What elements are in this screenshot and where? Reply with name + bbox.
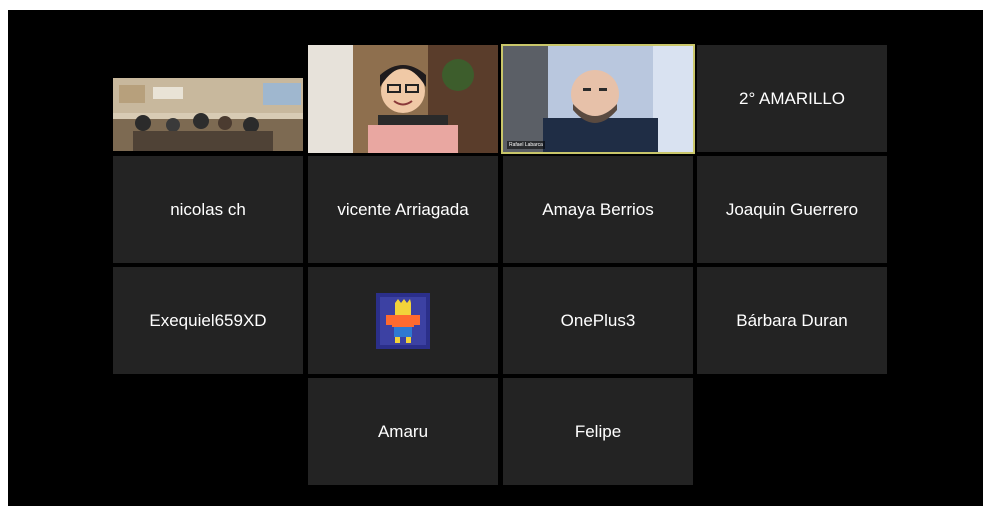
- participant-name-label: Rafael Labarca: [507, 141, 545, 149]
- classroom-video: [113, 63, 303, 170]
- participant-name: OnePlus3: [560, 310, 636, 330]
- participant-name: Joaquin Guerrero: [725, 199, 859, 219]
- participant-tile-video-teacher[interactable]: [308, 45, 498, 153]
- participant-tile-avatar[interactable]: [308, 267, 498, 374]
- teacher-video: [308, 45, 498, 153]
- participant-tile[interactable]: Exequiel659XD: [113, 267, 303, 374]
- participant-tile[interactable]: nicolas ch: [113, 156, 303, 263]
- participant-tile[interactable]: vicente Arriagada: [308, 156, 498, 263]
- participant-name: 2° AMARILLO: [738, 88, 845, 108]
- cartoon-avatar-image: [376, 292, 430, 349]
- participant-name: Amaya Berrios: [542, 199, 654, 219]
- participant-name: nicolas ch: [170, 199, 246, 219]
- participant-tile[interactable]: Felipe: [503, 378, 693, 485]
- screenshot-frame: Rafael Labarca 2° AMARILLO nicolas ch vi…: [0, 0, 983, 515]
- participant-tile[interactable]: Bárbara Duran: [697, 267, 887, 374]
- speaker-video: [503, 46, 693, 152]
- participant-name: Amaru: [377, 421, 429, 441]
- participant-tile-video-speaker[interactable]: Rafael Labarca: [501, 44, 695, 154]
- participant-tile[interactable]: OnePlus3: [503, 267, 693, 374]
- participant-tile[interactable]: Amaru: [308, 378, 498, 485]
- participant-tile-video-classroom[interactable]: [113, 63, 303, 170]
- participant-tile[interactable]: Amaya Berrios: [503, 156, 693, 263]
- participant-tile[interactable]: Joaquin Guerrero: [697, 156, 887, 263]
- participant-name: Felipe: [574, 421, 622, 441]
- participant-tile[interactable]: 2° AMARILLO: [697, 45, 887, 152]
- participant-name: vicente Arriagada: [337, 199, 469, 219]
- participant-name: Exequiel659XD: [149, 310, 267, 330]
- meeting-gallery-view: Rafael Labarca 2° AMARILLO nicolas ch vi…: [8, 10, 983, 506]
- participant-name: Bárbara Duran: [736, 310, 848, 330]
